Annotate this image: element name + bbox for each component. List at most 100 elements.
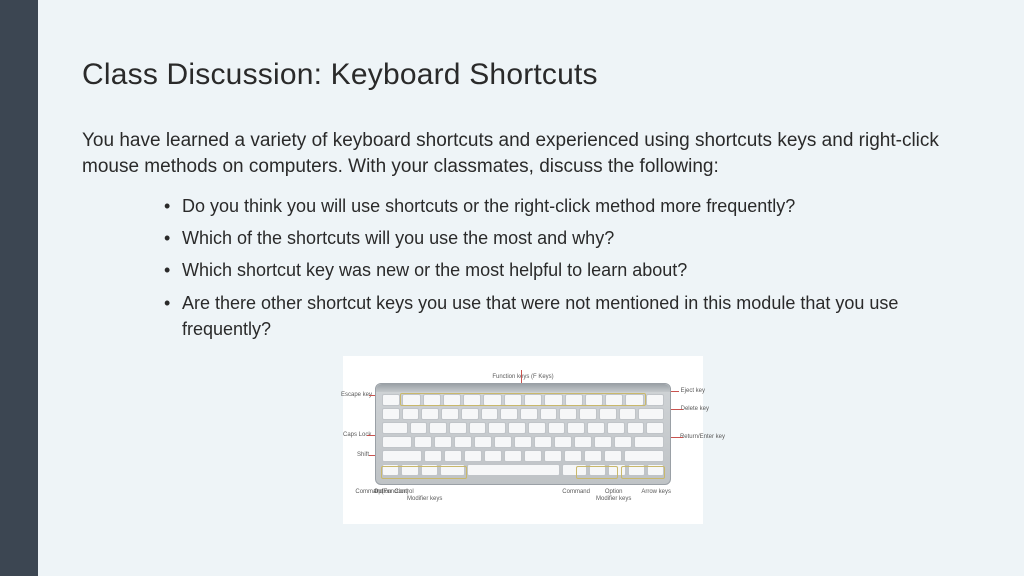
- key: [423, 394, 441, 406]
- key: [646, 422, 664, 434]
- keyboard-row: [382, 394, 664, 406]
- key: [534, 436, 552, 448]
- key: [594, 436, 612, 448]
- key: [421, 464, 438, 476]
- key: [474, 436, 492, 448]
- keyboard-body: [375, 383, 671, 485]
- key: [624, 450, 664, 462]
- key: [524, 394, 542, 406]
- key: [500, 408, 518, 420]
- key: [628, 464, 645, 476]
- key: [483, 394, 501, 406]
- key: [382, 450, 422, 462]
- key: [559, 408, 577, 420]
- key: [627, 422, 645, 434]
- key: [444, 450, 462, 462]
- key: [494, 436, 512, 448]
- bullet-item: Which shortcut key was new or the most h…: [164, 257, 942, 283]
- key: [619, 408, 637, 420]
- key: [508, 422, 526, 434]
- label-option-r: Option: [605, 489, 623, 495]
- key: [504, 450, 522, 462]
- label-command-r: Command: [562, 489, 590, 502]
- key: [421, 408, 439, 420]
- label-eject: Eject key: [681, 388, 705, 394]
- key: [424, 450, 442, 462]
- bottom-labels: fn (Function) Modifier keys Control Opti…: [375, 489, 671, 502]
- label-group-right: Modifier keys: [596, 496, 631, 502]
- key: [605, 394, 623, 406]
- key: [540, 408, 558, 420]
- slide-body: Class Discussion: Keyboard Shortcuts You…: [38, 0, 1024, 576]
- keyboard-row: [382, 408, 664, 420]
- key: [469, 422, 487, 434]
- keyboard-row: [382, 422, 664, 434]
- key: [564, 450, 582, 462]
- key: [520, 408, 538, 420]
- key: [467, 464, 561, 476]
- key: [382, 422, 408, 434]
- key: [584, 450, 602, 462]
- key: [410, 422, 428, 434]
- key: [484, 450, 502, 462]
- label-delete: Delete key: [681, 406, 709, 412]
- key: [544, 450, 562, 462]
- bullet-item: Are there other shortcut keys you use th…: [164, 290, 942, 342]
- key: [562, 464, 587, 476]
- key: [414, 436, 432, 448]
- key: [625, 394, 643, 406]
- key: [579, 408, 597, 420]
- key: [524, 450, 542, 462]
- key: [589, 464, 606, 476]
- label-command-l: Command: [355, 489, 383, 502]
- key: [585, 394, 603, 406]
- intro-paragraph: You have learned a variety of keyboard s…: [82, 128, 942, 179]
- key: [382, 408, 400, 420]
- key: [434, 436, 452, 448]
- keyboard-row: [382, 464, 664, 476]
- keyboard-row: [382, 436, 664, 448]
- bullet-item: Which of the shortcuts will you use the …: [164, 225, 942, 251]
- key: [587, 422, 605, 434]
- key: [504, 394, 522, 406]
- key: [443, 394, 461, 406]
- key: [382, 394, 400, 406]
- key: [604, 450, 622, 462]
- label-escape: Escape key: [341, 392, 372, 398]
- key: [548, 422, 566, 434]
- label-return: Return/Enter key: [680, 434, 725, 440]
- key: [614, 436, 632, 448]
- label-arrows: Arrow keys: [641, 489, 671, 502]
- key: [634, 436, 664, 448]
- key: [599, 408, 617, 420]
- key: [607, 422, 625, 434]
- key: [514, 436, 532, 448]
- key: [461, 408, 479, 420]
- key: [440, 464, 465, 476]
- key: [382, 464, 399, 476]
- key: [454, 436, 472, 448]
- label-capslock: Caps Lock: [343, 432, 371, 438]
- bullet-item: Do you think you will use shortcuts or t…: [164, 193, 942, 219]
- label-shift: Shift: [357, 452, 369, 458]
- key: [647, 464, 664, 476]
- key: [481, 408, 499, 420]
- label-function-keys: Function keys (F Keys): [375, 374, 671, 380]
- key: [544, 394, 562, 406]
- key: [608, 464, 625, 476]
- key: [554, 436, 572, 448]
- key: [429, 422, 447, 434]
- key: [646, 394, 664, 406]
- key: [574, 436, 592, 448]
- key: [565, 394, 583, 406]
- accent-bar: [0, 0, 38, 576]
- key: [402, 394, 420, 406]
- key: [567, 422, 585, 434]
- key: [638, 408, 664, 420]
- key: [488, 422, 506, 434]
- discussion-bullets: Do you think you will use shortcuts or t…: [82, 193, 942, 341]
- key: [382, 436, 412, 448]
- key: [464, 450, 482, 462]
- key: [402, 408, 420, 420]
- page-title: Class Discussion: Keyboard Shortcuts: [82, 58, 964, 92]
